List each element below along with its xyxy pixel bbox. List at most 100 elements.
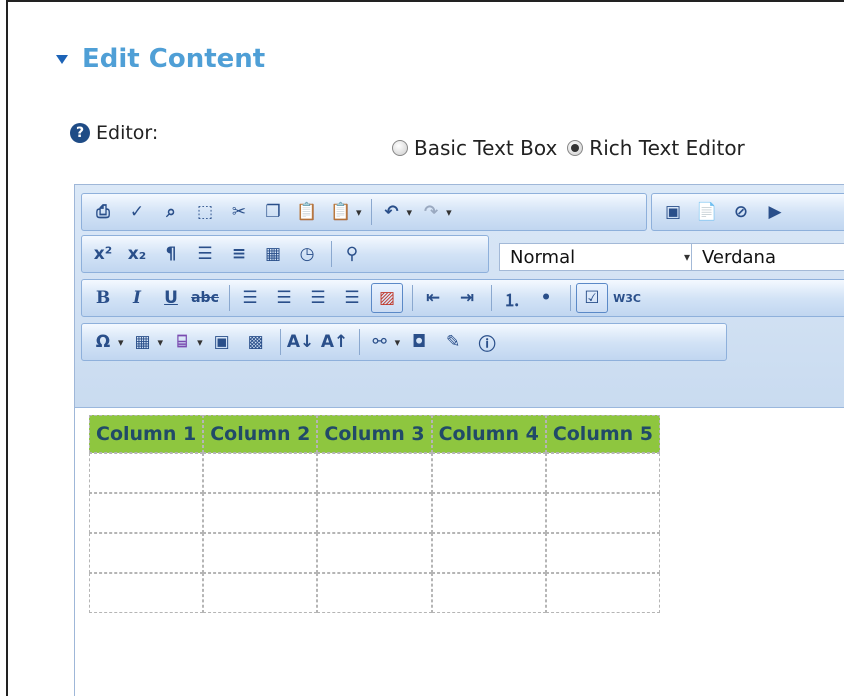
chevron-down-icon[interactable]: ▾ — [684, 250, 690, 264]
table-cell[interactable] — [431, 573, 546, 613]
flash-icon[interactable]: ⊘ — [726, 198, 756, 226]
table-cell[interactable] — [545, 493, 661, 533]
special-char-dropdown-icon[interactable]: ▾ — [118, 336, 124, 349]
column-header[interactable]: Column 1 — [89, 415, 204, 453]
table-cell[interactable] — [317, 573, 432, 613]
table-cell[interactable] — [317, 493, 432, 533]
image-map-icon[interactable]: ▩ — [241, 328, 271, 356]
table-cell[interactable] — [431, 453, 546, 493]
paragraph-style-value: Normal — [510, 246, 576, 268]
info-icon[interactable]: ⓘ — [472, 328, 502, 356]
basic-text-box-label[interactable]: Basic Text Box — [414, 136, 557, 160]
table-cell[interactable] — [431, 533, 546, 573]
basic-text-box-option[interactable]: Basic Text Box — [392, 136, 557, 160]
media-icon[interactable]: ▶ — [760, 198, 790, 226]
table-cell[interactable] — [317, 533, 432, 573]
rich-text-editor-label[interactable]: Rich Text Editor — [589, 136, 744, 160]
superscript-icon[interactable]: x² — [88, 240, 118, 268]
section-title: Edit Content — [82, 44, 266, 74]
paste-dropdown-icon[interactable]: ▾ — [356, 206, 362, 219]
underline-icon[interactable]: U — [156, 284, 186, 312]
basic-text-box-radio[interactable] — [392, 140, 408, 156]
special-char-icon[interactable]: Ω — [88, 328, 118, 356]
rich-text-editor-option[interactable]: Rich Text Editor — [567, 136, 745, 160]
align-left-icon[interactable]: ☰ — [235, 284, 265, 312]
table-cell[interactable] — [89, 453, 204, 493]
template-dropdown-icon[interactable]: ▾ — [197, 336, 203, 349]
hyperlink-dropdown-icon[interactable]: ▾ — [395, 336, 401, 349]
w3c-icon[interactable]: W3C — [612, 284, 642, 312]
select-all-icon[interactable]: ⬚ — [190, 198, 220, 226]
undo-icon[interactable]: ↶ — [377, 198, 407, 226]
paste-options-icon[interactable]: 📋 — [326, 198, 356, 226]
editor-label: ? Editor: — [70, 122, 158, 144]
document-icon[interactable]: 📄 — [692, 198, 722, 226]
edit-icon[interactable]: ✎ — [438, 328, 468, 356]
table-cell[interactable] — [203, 533, 318, 573]
collapse-arrow-icon[interactable] — [56, 54, 68, 64]
toolbar-row-1-media: ▣ 📄 ⊘ ▶ — [651, 193, 844, 231]
bookmark-icon[interactable]: ◘ — [404, 328, 434, 356]
table-cell[interactable] — [545, 453, 661, 493]
spellcheck-icon[interactable]: ✓ — [122, 198, 152, 226]
paragraph-icon[interactable]: ¶ — [156, 240, 186, 268]
redo-dropdown-icon[interactable]: ▾ — [446, 206, 452, 219]
column-header[interactable]: Column 4 — [431, 415, 546, 453]
align-center-icon[interactable]: ☰ — [269, 284, 299, 312]
table-cell[interactable] — [89, 493, 204, 533]
table-cell[interactable] — [431, 493, 546, 533]
toolbar-row-3: B I U abc ☰ ☰ ☰ ☰ ▨ ⇤ ⇥ ⒈ • ☑ W3C — [81, 279, 844, 317]
editor-content-area[interactable]: Column 1 Column 2 Column 3 Column 4 Colu… — [75, 407, 844, 696]
copy-icon[interactable]: ❐ — [258, 198, 288, 226]
text-case-icon[interactable]: A↓ — [286, 328, 316, 356]
horizontal-rule-icon[interactable]: ≡ — [224, 240, 254, 268]
table-icon[interactable]: ▦ — [128, 328, 158, 356]
section-header[interactable]: Edit Content — [56, 44, 265, 74]
font-family-select[interactable]: Verdana — [691, 243, 844, 271]
clear-format-icon[interactable]: ▨ — [371, 283, 403, 313]
table-cell[interactable] — [317, 453, 432, 493]
indent-icon[interactable]: ⇥ — [452, 284, 482, 312]
undo-dropdown-icon[interactable]: ▾ — [407, 206, 413, 219]
validate-icon[interactable]: ☑ — [576, 283, 608, 313]
table-cell[interactable] — [545, 573, 661, 613]
outdent-icon[interactable]: ⇤ — [418, 284, 448, 312]
find-icon[interactable]: ⌕ — [156, 198, 186, 226]
hyperlink-icon[interactable]: ⚯ — [365, 328, 395, 356]
insert-date-icon[interactable]: ▦ — [258, 240, 288, 268]
column-header[interactable]: Column 3 — [317, 415, 432, 453]
image-icon[interactable]: ▣ — [658, 198, 688, 226]
insert-time-icon[interactable]: ◷ — [292, 240, 322, 268]
column-header[interactable]: Column 2 — [203, 415, 318, 453]
font-size-icon[interactable]: A↑ — [320, 328, 350, 356]
table-cell[interactable] — [89, 533, 204, 573]
print-icon[interactable]: ⎙ — [88, 198, 118, 226]
help-icon[interactable]: ? — [70, 123, 90, 143]
rich-text-editor-radio[interactable] — [567, 140, 584, 156]
table-cell[interactable] — [203, 453, 318, 493]
template-icon[interactable]: ⌸ — [167, 328, 197, 356]
redo-icon[interactable]: ↷ — [416, 198, 446, 226]
strikethrough-icon[interactable]: abc — [190, 284, 220, 312]
table-cell[interactable] — [203, 573, 318, 613]
table-cell[interactable] — [203, 493, 318, 533]
align-right-icon[interactable]: ☰ — [303, 284, 333, 312]
subscript-icon[interactable]: x₂ — [122, 240, 152, 268]
paste-icon[interactable]: 📋 — [292, 198, 322, 226]
paragraph-style-select[interactable]: Normal ▾ — [499, 243, 697, 271]
justify-icon[interactable]: ☰ — [337, 284, 367, 312]
image-manager-icon[interactable]: ▣ — [207, 328, 237, 356]
table-cell[interactable] — [89, 573, 204, 613]
insert-form-icon[interactable]: ☰ — [190, 240, 220, 268]
table-cell[interactable] — [545, 533, 661, 573]
column-header[interactable]: Column 5 — [545, 415, 661, 453]
table-row — [89, 533, 661, 573]
format-painter-icon[interactable]: ⚲ — [337, 240, 367, 268]
cut-icon[interactable]: ✂ — [224, 198, 254, 226]
bold-icon[interactable]: B — [88, 284, 118, 312]
bullet-list-icon[interactable]: • — [531, 284, 561, 312]
table-dropdown-icon[interactable]: ▾ — [158, 336, 164, 349]
italic-icon[interactable]: I — [122, 284, 152, 312]
content-table[interactable]: Column 1 Column 2 Column 3 Column 4 Colu… — [89, 415, 661, 613]
numbered-list-icon[interactable]: ⒈ — [497, 284, 527, 312]
